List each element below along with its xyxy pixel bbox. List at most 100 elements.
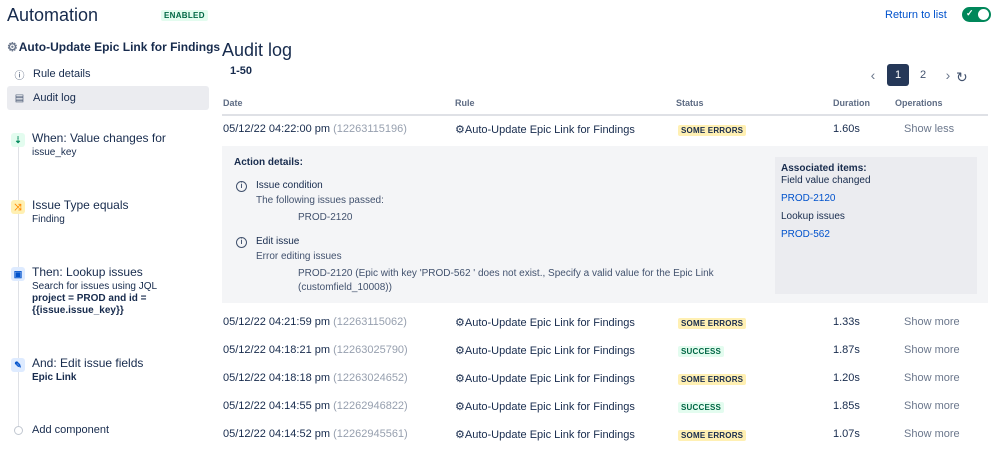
show-less-button[interactable]: Show less (904, 123, 954, 135)
sidebar-item-label: Audit log (33, 92, 76, 104)
chevron-left-icon[interactable]: ‹ (862, 64, 884, 86)
info-icon: ⓘ (14, 70, 25, 82)
row-rule-text: Auto-Update Epic Link for Findings (464, 317, 635, 329)
header-divider (222, 114, 988, 116)
step-subtitle: Search for issues using JQL (32, 281, 158, 292)
table-row: 05/12/22 04:14:52 pm (12262945561) ⚙Auto… (222, 422, 988, 448)
row-rule: ⚙Auto-Update Epic Link for Findings (455, 344, 635, 357)
table-row: 05/12/22 04:22:00 pm (12263115196) ⚙Auto… (222, 117, 988, 143)
show-more-button[interactable]: Show more (904, 428, 960, 440)
refresh-icon[interactable]: ↻ (956, 69, 968, 86)
row-duration: 1.60s (833, 123, 860, 135)
row-date-text: 05/12/22 04:18:21 pm (223, 344, 331, 356)
status-badge: SUCCESS (678, 346, 725, 357)
page-button-2[interactable]: 2 (912, 64, 934, 86)
info-icon: i (236, 181, 247, 192)
step-subtitle: Epic Link (32, 372, 77, 383)
sidebar-item-label: Rule details (33, 68, 91, 80)
edit-label: Edit issue (256, 236, 300, 247)
page-title: Audit log (222, 40, 293, 60)
associated-items-panel: Associated items: Field value changed PR… (775, 157, 977, 294)
lookup-icon: ▣ (11, 267, 25, 281)
sidebar-item-audit-log[interactable]: ▤ Audit log (7, 86, 209, 110)
row-date-text: 05/12/22 04:14:52 pm (223, 428, 331, 440)
toggle-knob (978, 9, 989, 20)
row-date-text: 05/12/22 04:22:00 pm (223, 123, 331, 135)
column-header-duration: Duration (833, 98, 870, 108)
add-component-dot[interactable] (14, 426, 23, 435)
table-row: 05/12/22 04:18:18 pm (12263024652) ⚙Auto… (222, 366, 988, 392)
field-changed-label: Field value changed (781, 175, 871, 186)
lookup-label: Lookup issues (781, 211, 845, 222)
condition-line: The following issues passed: (256, 195, 384, 206)
table-row: 05/12/22 04:21:59 pm (12263115062) ⚙Auto… (222, 310, 988, 336)
show-more-button[interactable]: Show more (904, 372, 960, 384)
row-date: 05/12/22 04:14:55 pm (12262946822) (223, 400, 408, 412)
step-subtitle: Finding (32, 214, 65, 225)
return-to-list-link[interactable]: Return to list (885, 9, 947, 21)
gear-icon: ⚙ (455, 401, 465, 413)
row-date: 05/12/22 04:14:52 pm (12262945561) (223, 428, 408, 440)
step-title: Issue Type equals (32, 198, 129, 212)
row-id: (12262945561) (333, 428, 408, 440)
row-rule: ⚙Auto-Update Epic Link for Findings (455, 428, 635, 441)
table-row: 05/12/22 04:18:21 pm (12263025790) ⚙Auto… (222, 338, 988, 364)
edit-error-line2: (customfield_10008)) (298, 282, 392, 293)
table-row: 05/12/22 04:14:55 pm (12262946822) ⚙Auto… (222, 394, 988, 420)
column-header-date: Date (223, 98, 243, 108)
document-icon: ▤ (14, 92, 25, 104)
app-title: Automation (7, 5, 99, 25)
condition-label: Issue condition (256, 180, 323, 191)
row-id: (12263024652) (333, 372, 408, 384)
result-range: 1-50 (230, 65, 253, 77)
pagination: ‹ 1 2 › (862, 64, 962, 86)
action-details-title: Action details: (234, 157, 303, 168)
status-badge: SOME ERRORS (678, 430, 747, 441)
add-component-button[interactable]: Add component (32, 424, 109, 436)
row-duration: 1.87s (833, 344, 860, 356)
row-rule-text: Auto-Update Epic Link for Findings (464, 401, 635, 413)
row-id: (12263025790) (333, 344, 408, 356)
show-more-button[interactable]: Show more (904, 316, 960, 328)
sidebar-nav: ⓘ Rule details ▤ Audit log (7, 62, 209, 110)
rule-name-text: Auto-Update Epic Link for Findings (18, 40, 221, 54)
row-rule-text: Auto-Update Epic Link for Findings (464, 124, 635, 136)
gear-icon: ⚙ (455, 345, 465, 357)
step-title: And: Edit issue fields (32, 356, 144, 370)
shuffle-icon: ⤨ (11, 200, 25, 214)
step-title: Then: Lookup issues (32, 265, 143, 279)
check-icon: ✓ (966, 8, 974, 18)
row-id: (12263115196) (333, 123, 407, 135)
status-badge: SOME ERRORS (678, 125, 747, 136)
column-header-rule: Rule (455, 98, 475, 108)
row-id: (12262946822) (333, 400, 408, 412)
row-date: 05/12/22 04:18:18 pm (12263024652) (223, 372, 408, 384)
row-duration: 1.07s (833, 428, 860, 440)
gear-icon: ⚙ (7, 40, 18, 54)
associated-link-prod-562[interactable]: PROD-562 (781, 229, 830, 240)
row-date: 05/12/22 04:18:21 pm (12263025790) (223, 344, 408, 356)
gear-icon: ⚙ (455, 124, 465, 136)
associated-link-prod-2120[interactable]: PROD-2120 (781, 193, 835, 204)
row-rule: ⚙Auto-Update Epic Link for Findings (455, 123, 635, 136)
row-rule: ⚙Auto-Update Epic Link for Findings (455, 400, 635, 413)
step-subtitle: issue_key (32, 147, 77, 158)
row-date-text: 05/12/22 04:14:55 pm (223, 400, 331, 412)
show-more-button[interactable]: Show more (904, 400, 960, 412)
info-icon: i (236, 237, 247, 248)
associated-title: Associated items: (781, 163, 867, 174)
gear-icon: ⚙ (455, 429, 465, 441)
trigger-icon: ⇣ (11, 133, 25, 147)
row-rule: ⚙Auto-Update Epic Link for Findings (455, 316, 635, 329)
row-duration: 1.85s (833, 400, 860, 412)
page-button-1[interactable]: 1 (887, 64, 909, 86)
row-date-text: 05/12/22 04:21:59 pm (223, 316, 331, 328)
step-jql-2: {{issue.issue_key}} (32, 305, 124, 316)
show-more-button[interactable]: Show more (904, 344, 960, 356)
rule-enabled-toggle[interactable]: ✓ (962, 7, 991, 22)
sidebar-item-rule-details[interactable]: ⓘ Rule details (7, 62, 209, 86)
row-duration: 1.20s (833, 372, 860, 384)
action-details-panel: Action details: i Issue condition The fo… (222, 146, 988, 303)
condition-value: PROD-2120 (298, 212, 353, 223)
status-badge: SOME ERRORS (678, 318, 747, 329)
